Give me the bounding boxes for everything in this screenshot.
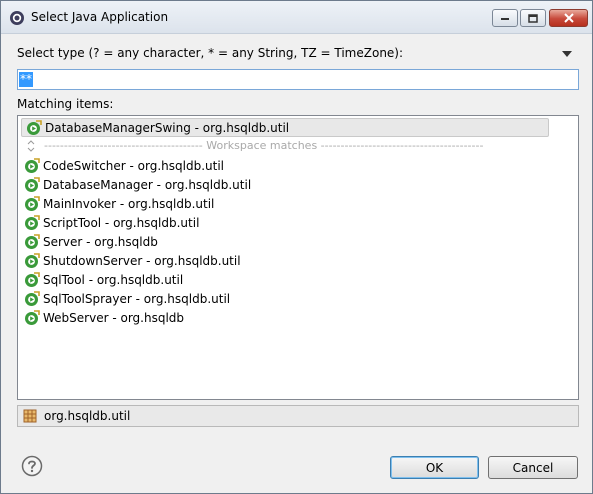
list-item-label: DatabaseManager - org.hsqldb.util <box>43 177 252 192</box>
list-item[interactable]: CodeSwitcher - org.hsqldb.util <box>20 156 548 175</box>
java-main-class-icon <box>25 290 40 306</box>
eclipse-icon <box>10 11 24 25</box>
list-item-label: SqlToolSprayer - org.hsqldb.util <box>43 291 231 306</box>
select-java-application-dialog: Select Java Application Select type (? =… <box>0 0 593 494</box>
list-item-label: MainInvoker - org.hsqldb.util <box>43 196 215 211</box>
java-main-class-icon <box>25 309 40 325</box>
close-window-button[interactable] <box>549 9 588 27</box>
list-item[interactable]: ShutdownServer - org.hsqldb.util <box>20 251 548 270</box>
java-main-class-icon <box>25 233 40 249</box>
list-item[interactable]: DatabaseManager - org.hsqldb.util <box>20 175 548 194</box>
workspace-matches-separator: ----------------------------------------… <box>24 138 564 154</box>
list-item-history[interactable]: DatabaseManagerSwing - org.hsqldb.util <box>21 118 549 137</box>
package-name: org.hsqldb.util <box>44 409 131 423</box>
java-main-class-icon <box>25 176 40 192</box>
help-icon[interactable] <box>21 455 43 477</box>
sort-caret-icon <box>27 140 35 152</box>
list-item[interactable]: MainInvoker - org.hsqldb.util <box>20 194 548 213</box>
type-filter-input[interactable] <box>17 69 579 90</box>
list-item[interactable]: SqlToolSprayer - org.hsqldb.util <box>20 289 548 308</box>
matching-items-label: Matching items: <box>17 97 114 111</box>
close-icon <box>563 13 574 23</box>
list-item[interactable]: ScriptTool - org.hsqldb.util <box>20 213 548 232</box>
java-main-class-icon <box>25 271 40 287</box>
ok-button[interactable]: OK <box>390 456 479 479</box>
minimize-icon <box>501 18 509 20</box>
select-type-label: Select type (? = any character, * = any … <box>17 46 404 60</box>
java-main-class-icon <box>25 214 40 230</box>
maximize-button[interactable] <box>520 9 546 27</box>
package-icon <box>23 409 37 423</box>
list-item[interactable]: SqlTool - org.hsqldb.util <box>20 270 548 289</box>
package-details-bar: org.hsqldb.util <box>17 405 579 427</box>
list-item-label: Server - org.hsqldb <box>43 234 158 249</box>
list-item-label: SqlTool - org.hsqldb.util <box>43 272 184 287</box>
type-filter-value: ** <box>19 72 33 87</box>
window-title: Select Java Application <box>31 10 169 24</box>
title-bar[interactable]: Select Java Application <box>1 1 592 34</box>
separator-label: ----------------------------------------… <box>44 139 484 152</box>
list-item[interactable]: Server - org.hsqldb <box>20 232 548 251</box>
maximize-icon <box>528 13 538 23</box>
cancel-button[interactable]: Cancel <box>488 456 578 479</box>
list-item-label: WebServer - org.hsqldb <box>43 310 185 325</box>
list-item-label: DatabaseManagerSwing - org.hsqldb.util <box>45 120 290 135</box>
minimize-button[interactable] <box>492 9 518 27</box>
java-main-class-icon <box>25 157 40 173</box>
java-main-class-icon <box>25 195 40 211</box>
list-item-label: ScriptTool - org.hsqldb.util <box>43 215 200 230</box>
java-main-class-icon <box>25 252 40 268</box>
java-main-class-icon <box>27 119 42 135</box>
list-item-label: ShutdownServer - org.hsqldb.util <box>43 253 241 268</box>
view-menu-icon[interactable] <box>561 50 573 58</box>
list-item-label: CodeSwitcher - org.hsqldb.util <box>43 158 225 173</box>
list-item[interactable]: WebServer - org.hsqldb <box>20 308 548 327</box>
matching-items-list[interactable]: DatabaseManagerSwing - org.hsqldb.util -… <box>17 115 579 400</box>
